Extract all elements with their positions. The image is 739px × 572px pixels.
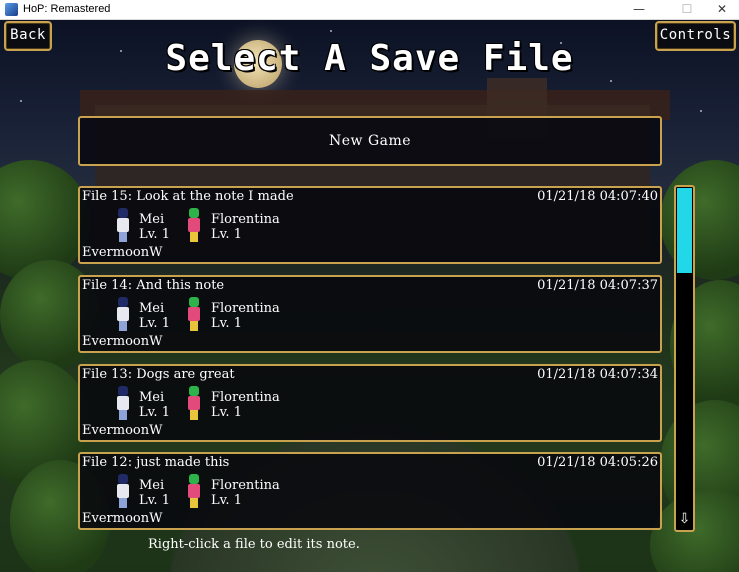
- party-member-name: Mei: [139, 390, 165, 405]
- close-button[interactable]: ✕: [705, 0, 739, 19]
- party-member-level: Lv. 1: [139, 227, 170, 242]
- florentina-sprite-icon: [187, 474, 201, 508]
- save-file-date: 01/21/18 04:07:40: [537, 189, 658, 204]
- save-file-location: EvermoonW: [82, 423, 163, 438]
- party-member-name: Florentina: [211, 390, 280, 405]
- mei-sprite-icon: [116, 474, 130, 508]
- window-title: HoP: Remastered: [23, 3, 111, 15]
- page-title: Select A Save File: [165, 38, 574, 79]
- party-member-level: Lv. 1: [139, 493, 170, 508]
- save-file-slot[interactable]: File 14: And this note 01/21/18 04:07:37…: [78, 275, 662, 353]
- scroll-down-arrow-icon[interactable]: ⇩: [677, 509, 692, 529]
- party-member-name: Mei: [139, 301, 165, 316]
- party-member-name: Mei: [139, 478, 165, 493]
- mei-sprite-icon: [116, 208, 130, 242]
- scrollbar-thumb[interactable]: [677, 188, 692, 273]
- party-member-level: Lv. 1: [139, 316, 170, 331]
- save-file-title: File 14: And this note: [82, 278, 225, 293]
- party-member-level: Lv. 1: [211, 493, 242, 508]
- mei-sprite-icon: [116, 386, 130, 420]
- window-titlebar: HoP: Remastered — ☐ ✕: [0, 0, 739, 20]
- florentina-sprite-icon: [187, 208, 201, 242]
- party-member-name: Florentina: [211, 212, 280, 227]
- florentina-sprite-icon: [187, 297, 201, 331]
- scrollbar[interactable]: ⇩: [674, 185, 695, 532]
- hint-text: Right-click a file to edit its note.: [148, 537, 360, 552]
- save-file-title: File 13: Dogs are great: [82, 367, 235, 382]
- save-file-title: File 15: Look at the note I made: [82, 189, 294, 204]
- party-member-level: Lv. 1: [211, 316, 242, 331]
- mei-sprite-icon: [116, 297, 130, 331]
- app-icon: [5, 3, 18, 16]
- party-member-level: Lv. 1: [211, 405, 242, 420]
- save-file-slot[interactable]: File 15: Look at the note I made 01/21/1…: [78, 186, 662, 264]
- save-file-location: EvermoonW: [82, 334, 163, 349]
- maximize-button[interactable]: ☐: [670, 0, 704, 19]
- florentina-sprite-icon: [187, 386, 201, 420]
- save-file-location: EvermoonW: [82, 511, 163, 526]
- save-file-slot[interactable]: File 13: Dogs are great 01/21/18 04:07:3…: [78, 364, 662, 442]
- save-file-title: File 12: just made this: [82, 455, 230, 470]
- party-member-level: Lv. 1: [139, 405, 170, 420]
- party-member-name: Florentina: [211, 301, 280, 316]
- minimize-button[interactable]: —: [622, 0, 656, 19]
- save-file-location: EvermoonW: [82, 245, 163, 260]
- save-file-date: 01/21/18 04:05:26: [537, 455, 658, 470]
- party-member-level: Lv. 1: [211, 227, 242, 242]
- party-member-name: Florentina: [211, 478, 280, 493]
- save-file-date: 01/21/18 04:07:37: [537, 278, 658, 293]
- new-game-button[interactable]: New Game: [78, 116, 662, 166]
- save-file-date: 01/21/18 04:07:34: [537, 367, 658, 382]
- party-member-name: Mei: [139, 212, 165, 227]
- save-file-slot[interactable]: File 12: just made this 01/21/18 04:05:2…: [78, 452, 662, 530]
